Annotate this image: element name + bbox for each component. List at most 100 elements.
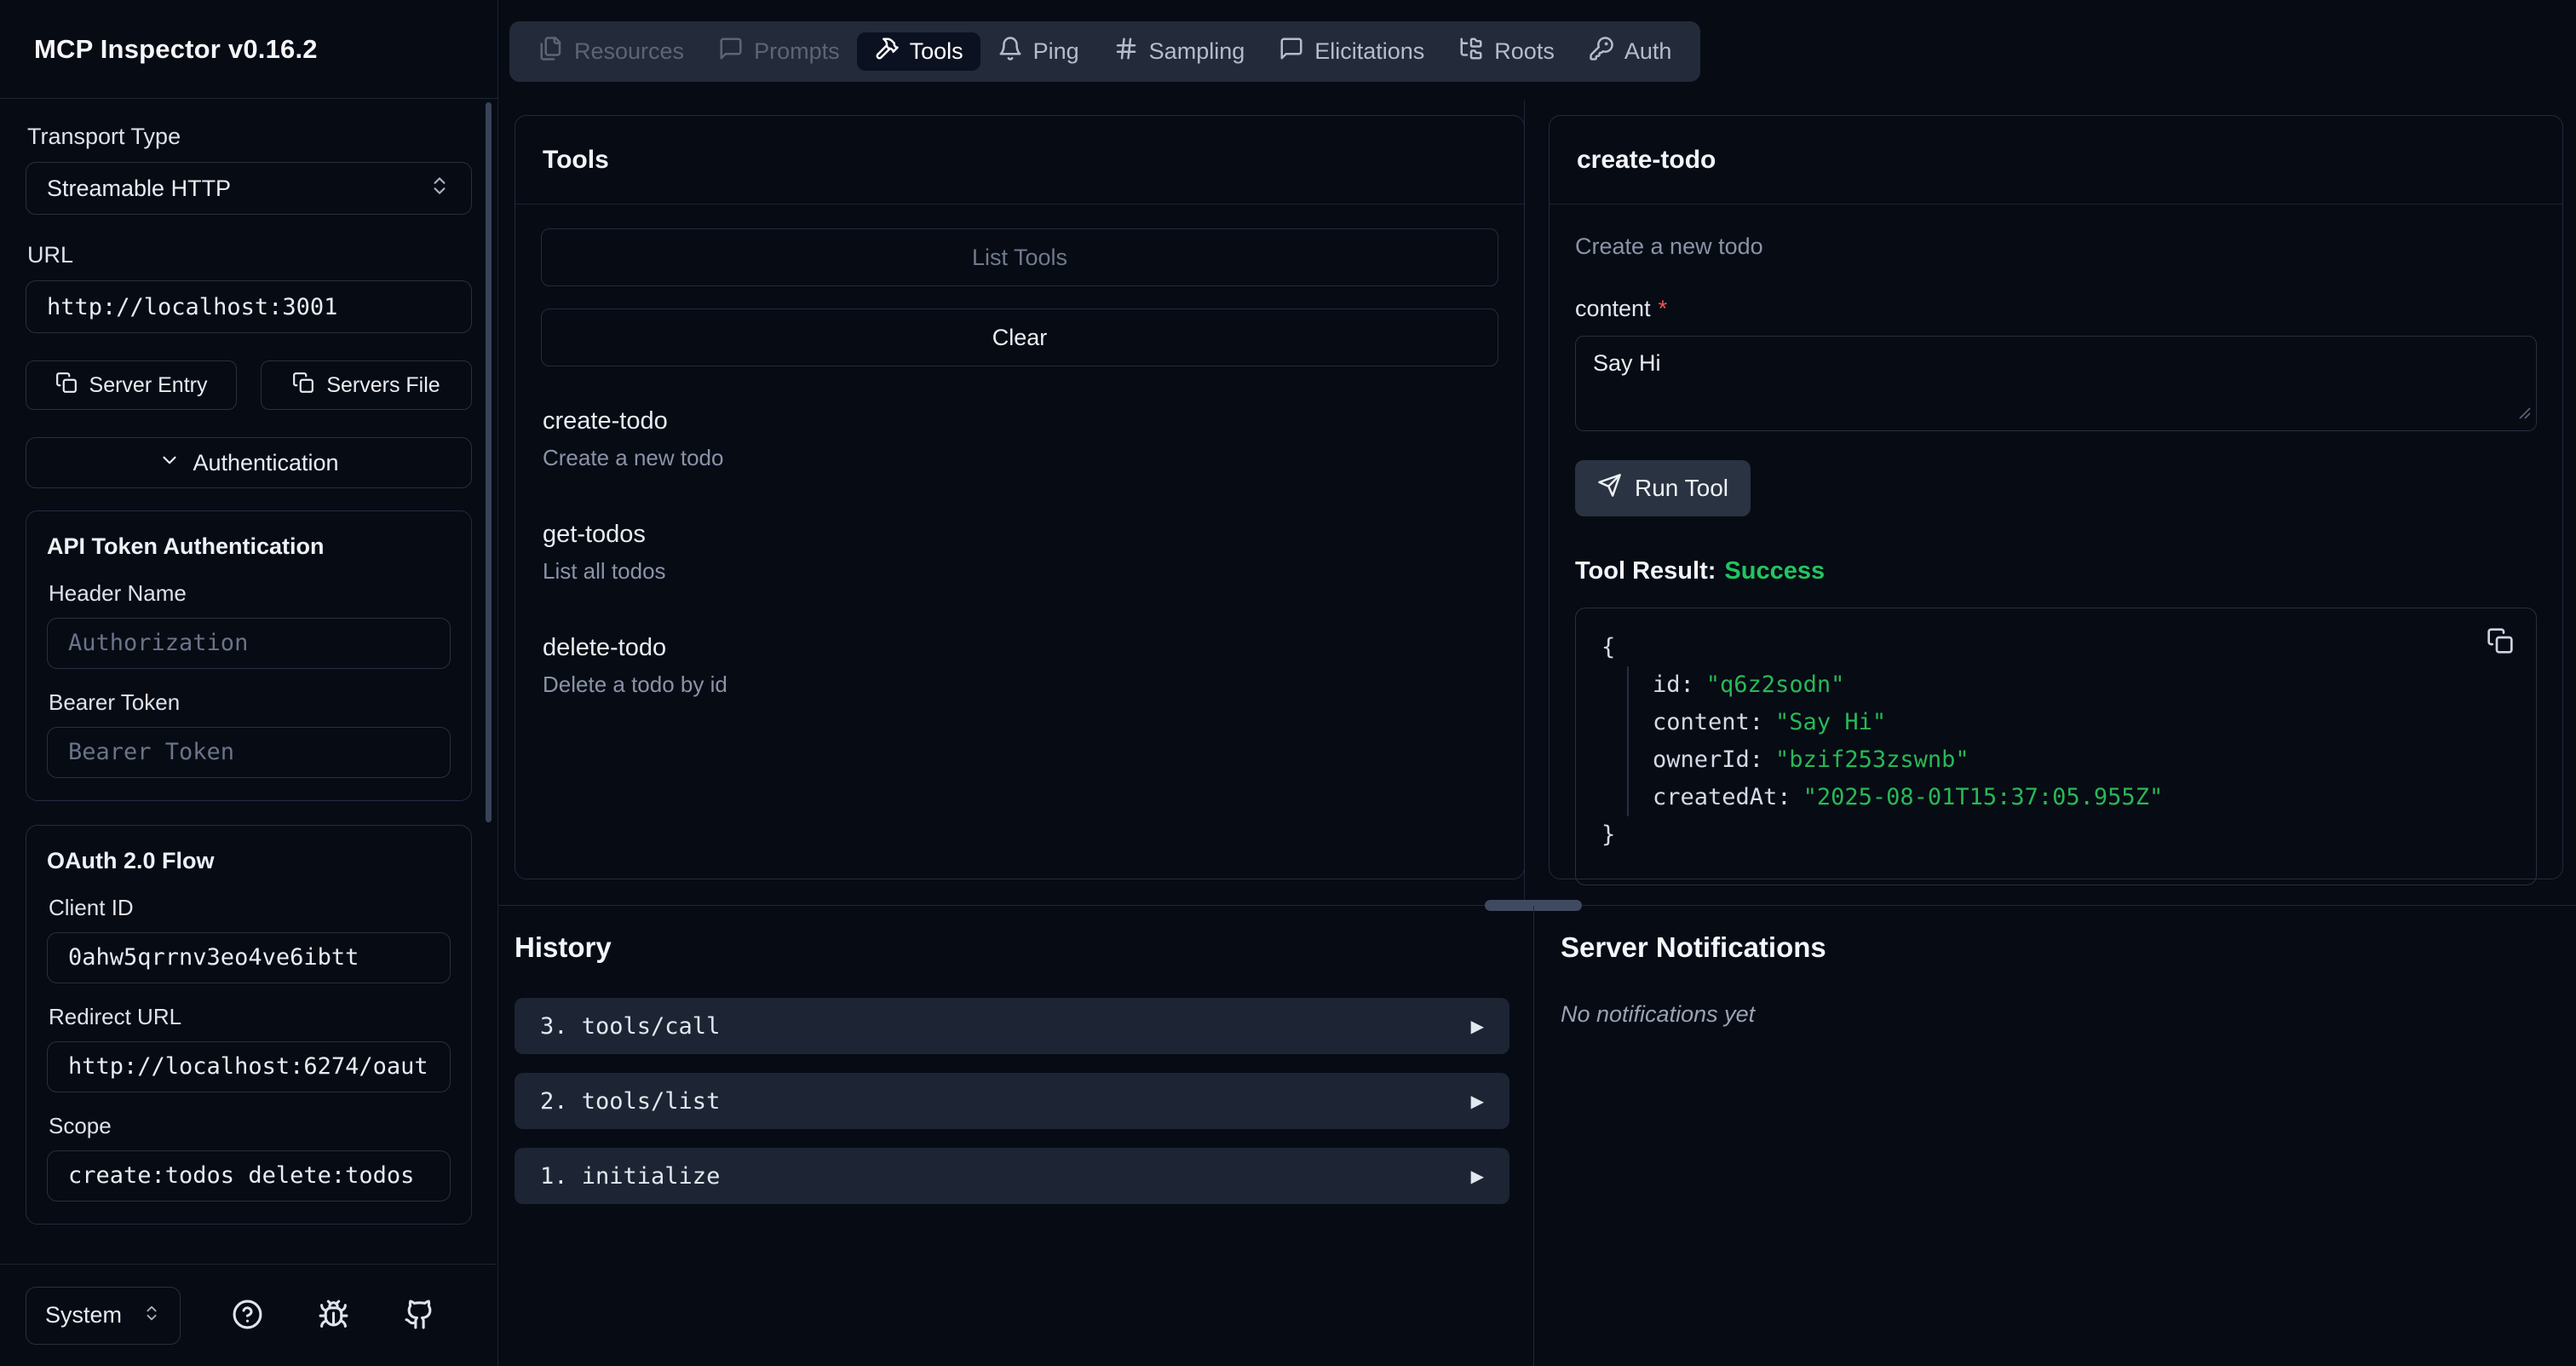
content-textarea[interactable]: Say Hi xyxy=(1575,336,2537,431)
tab-label: Ping xyxy=(1033,38,1079,65)
transport-type-group: Transport Type Streamable HTTP xyxy=(26,124,472,215)
theme-select-value: System xyxy=(45,1302,122,1329)
history-row-tools-call[interactable]: 3. tools/call ▶ xyxy=(515,998,1509,1054)
list-tools-button[interactable]: List Tools xyxy=(541,228,1498,286)
tab-roots[interactable]: Roots xyxy=(1441,32,1572,71)
copy-result-button[interactable] xyxy=(2487,627,2514,657)
tool-description: List all todos xyxy=(543,558,1498,585)
client-id-label: Client ID xyxy=(49,895,451,921)
tool-description: Delete a todo by id xyxy=(543,671,1498,698)
transport-type-value: Streamable HTTP xyxy=(47,176,231,202)
github-button[interactable] xyxy=(404,1299,435,1333)
servers-file-button[interactable]: Servers File xyxy=(261,360,472,410)
history-row-initialize[interactable]: 1. initialize ▶ xyxy=(515,1148,1509,1204)
chevrons-up-down-icon xyxy=(428,175,451,203)
help-button[interactable] xyxy=(232,1299,263,1333)
tool-name: create-todo xyxy=(543,407,1498,435)
required-marker: * xyxy=(1659,296,1668,321)
copy-icon xyxy=(55,372,78,400)
server-notifications-section: Server Notifications No notifications ye… xyxy=(1561,931,2498,1028)
tab-sampling[interactable]: Sampling xyxy=(1096,32,1262,71)
debug-button[interactable] xyxy=(318,1299,349,1333)
files-icon xyxy=(538,36,564,67)
scope-label: Scope xyxy=(49,1113,451,1139)
github-icon xyxy=(404,1299,435,1333)
expand-caret-icon: ▶ xyxy=(1471,1016,1484,1036)
tool-name: delete-todo xyxy=(543,634,1498,662)
content-field-label-text: content xyxy=(1575,296,1651,321)
history-row-tools-list[interactable]: 2. tools/list ▶ xyxy=(515,1073,1509,1129)
oauth-card: OAuth 2.0 Flow Client ID Redirect URL Sc… xyxy=(26,825,472,1225)
chevron-down-icon xyxy=(158,449,181,477)
json-value: "Say Hi" xyxy=(1775,709,1886,735)
tab-prompts[interactable]: Prompts xyxy=(701,32,857,71)
history-title: History xyxy=(515,931,1509,964)
bug-icon xyxy=(318,1299,349,1333)
tab-tools[interactable]: Tools xyxy=(857,32,980,71)
transport-type-select[interactable]: Streamable HTTP xyxy=(26,162,472,215)
tab-resources[interactable]: Resources xyxy=(521,32,701,71)
json-entry: content: "Say Hi" xyxy=(1653,704,2510,741)
sidebar-header: MCP Inspector v0.16.2 xyxy=(0,0,497,99)
url-label: URL xyxy=(27,242,472,268)
tab-label: Resources xyxy=(574,38,684,65)
chevrons-up-down-icon xyxy=(142,1302,161,1329)
tab-bar: Resources Prompts Tools Ping Sampling xyxy=(509,21,1700,82)
server-notifications-title: Server Notifications xyxy=(1561,931,2498,964)
json-value: "bzif253zswnb" xyxy=(1775,746,1969,773)
history-row-label: 3. tools/call xyxy=(540,1013,720,1040)
api-token-title: API Token Authentication xyxy=(47,533,451,560)
tab-label: Sampling xyxy=(1149,38,1245,65)
json-entry: createdAt: "2025-08-01T15:37:05.955Z" xyxy=(1653,779,2510,816)
tool-list-item-delete-todo[interactable]: delete-todo Delete a todo by id xyxy=(541,634,1498,698)
tab-auth[interactable]: Auth xyxy=(1572,32,1689,71)
tab-label: Tools xyxy=(910,38,963,65)
key-icon xyxy=(1589,36,1614,67)
tool-result-line: Tool Result:Success xyxy=(1575,557,2537,585)
server-entry-button[interactable]: Server Entry xyxy=(26,360,237,410)
history-row-label: 2. tools/list xyxy=(540,1088,720,1115)
history-section: History 3. tools/call ▶ 2. tools/list ▶ … xyxy=(515,931,1509,1223)
tools-panel-title: Tools xyxy=(515,116,1524,205)
json-key: createdAt: xyxy=(1653,784,1791,810)
sidebar-scrollbar-thumb[interactable] xyxy=(486,102,492,822)
servers-file-label: Servers File xyxy=(326,373,440,398)
bearer-token-input[interactable] xyxy=(47,727,451,778)
authentication-toggle[interactable]: Authentication xyxy=(26,437,472,488)
tool-description: Create a new todo xyxy=(543,445,1498,471)
tool-result-label: Tool Result: xyxy=(1575,557,1716,585)
url-input[interactable] xyxy=(26,280,472,333)
theme-select[interactable]: System xyxy=(26,1287,181,1345)
tab-label: Prompts xyxy=(754,38,840,65)
expand-caret-icon: ▶ xyxy=(1471,1091,1484,1111)
tool-list-item-create-todo[interactable]: create-todo Create a new todo xyxy=(541,407,1498,471)
hammer-icon xyxy=(874,36,900,67)
message-square-icon xyxy=(718,36,744,67)
server-entry-label: Server Entry xyxy=(89,373,208,398)
json-value: "2025-08-01T15:37:05.955Z" xyxy=(1803,784,2164,810)
bearer-token-label: Bearer Token xyxy=(49,689,451,716)
tools-panel: Tools List Tools Clear create-todo Creat… xyxy=(515,115,1525,879)
help-circle-icon xyxy=(232,1299,263,1333)
hash-icon xyxy=(1113,36,1139,67)
json-key: content: xyxy=(1653,709,1763,735)
json-entry: id:"q6z2sodn" xyxy=(1653,666,2510,704)
header-name-input[interactable] xyxy=(47,618,451,669)
run-tool-button[interactable]: Run Tool xyxy=(1575,460,1751,516)
tool-result-json: { id:"q6z2sodn" content: "Say Hi" ownerId… xyxy=(1575,608,2537,885)
json-key: ownerId: xyxy=(1653,746,1763,773)
tool-detail-title: create-todo xyxy=(1550,116,2562,205)
json-open-brace: { xyxy=(1601,629,2510,666)
tool-list-item-get-todos[interactable]: get-todos List all todos xyxy=(541,521,1498,585)
tab-ping[interactable]: Ping xyxy=(980,32,1096,71)
tab-label: Auth xyxy=(1624,38,1672,65)
tab-label: Roots xyxy=(1494,38,1555,65)
client-id-input[interactable] xyxy=(47,932,451,983)
scope-input[interactable] xyxy=(47,1150,451,1202)
clear-button[interactable]: Clear xyxy=(541,308,1498,366)
main-area: Resources Prompts Tools Ping Sampling xyxy=(498,0,2576,1366)
oauth-title: OAuth 2.0 Flow xyxy=(47,848,451,874)
send-icon xyxy=(1597,473,1622,504)
redirect-url-input[interactable] xyxy=(47,1041,451,1092)
tab-elicitations[interactable]: Elicitations xyxy=(1262,32,1441,71)
